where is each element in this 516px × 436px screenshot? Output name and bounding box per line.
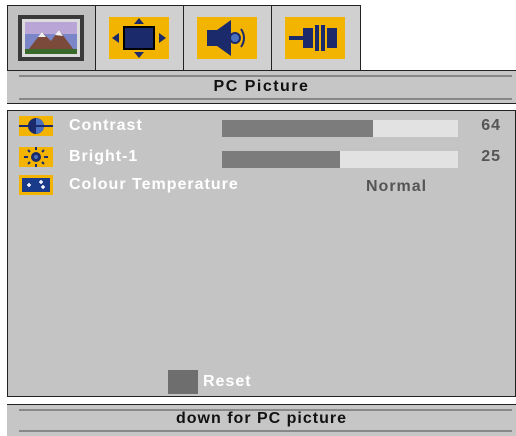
connection-icon (285, 17, 345, 59)
bright-slider[interactable] (222, 151, 458, 168)
bright-value: 25 (481, 148, 501, 165)
help-hint: down for PC picture (176, 410, 347, 427)
menu-tab-bar (7, 5, 516, 71)
contrast-label: Contrast (69, 117, 143, 134)
tab-connection[interactable] (271, 5, 361, 71)
brightness-icon (19, 147, 53, 167)
sound-icon (197, 17, 257, 59)
page-title: PC Picture (213, 78, 310, 95)
colour-temperature-label: Colour Temperature (69, 176, 239, 193)
title-rule-top (19, 75, 512, 77)
reset-label: Reset (203, 373, 252, 390)
screen-adjust-icon (109, 17, 169, 59)
picture-icon (18, 15, 84, 61)
contrast-slider[interactable] (222, 120, 458, 137)
colour-temperature-value: Normal (366, 178, 428, 195)
help-rule-bottom (19, 430, 512, 432)
title-band: PC Picture (7, 71, 516, 104)
colour-temperature-icon (19, 175, 53, 195)
contrast-icon (19, 116, 53, 136)
settings-panel: Contrast 64 Bright-1 25 Colour Temperatu… (7, 110, 516, 397)
menu-item-contrast[interactable]: Contrast 64 (8, 114, 515, 138)
title-rule-bottom (19, 98, 512, 100)
tab-picture[interactable] (7, 5, 96, 71)
contrast-value: 64 (481, 117, 501, 134)
bright-slider-fill (222, 151, 340, 168)
tab-screen[interactable] (95, 5, 184, 71)
menu-item-colour-temperature[interactable]: Colour Temperature Normal (8, 173, 515, 197)
bright-label: Bright-1 (69, 148, 139, 165)
menu-item-bright[interactable]: Bright-1 25 (8, 145, 515, 169)
reset-indicator (168, 370, 198, 394)
help-band: down for PC picture (7, 404, 516, 436)
tab-sound[interactable] (183, 5, 272, 71)
contrast-slider-fill (222, 120, 374, 137)
